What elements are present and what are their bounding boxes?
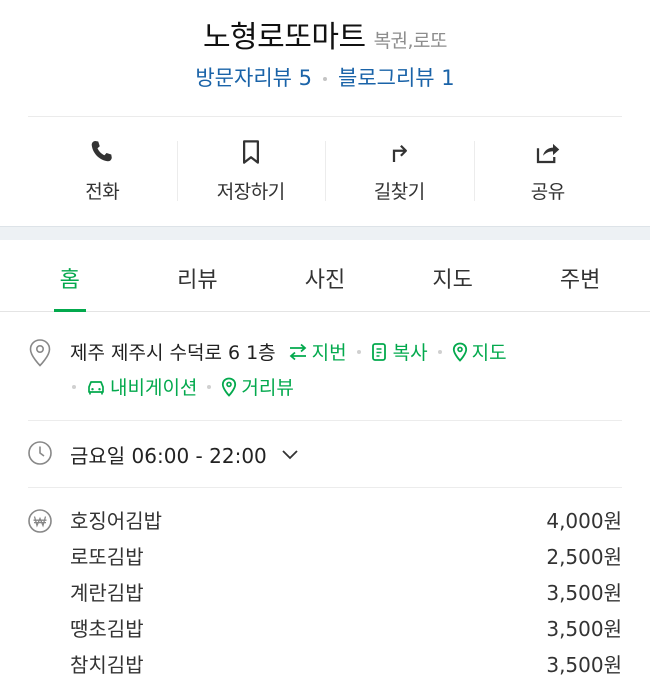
visitor-reviews-link[interactable]: 방문자리뷰 5 <box>195 66 312 90</box>
menu-item-price: 3,500원 <box>546 617 622 641</box>
directions-label: 길찾기 <box>373 181 425 203</box>
menu-item-price: 3,500원 <box>546 653 622 677</box>
action-bar: 전화 저장하기 길찾기 공유 <box>28 117 622 223</box>
tab-home[interactable]: 홈 <box>6 240 134 312</box>
map-label: 지도 <box>471 342 507 364</box>
section-gap <box>0 226 650 240</box>
divider <box>28 487 622 488</box>
separator-dot <box>207 384 212 389</box>
address-text: 제주 제주시 수덕로 6 1층 <box>70 342 276 364</box>
menu-item-name: 로또김밥 <box>70 545 144 569</box>
swap-arrows-icon <box>289 343 307 360</box>
tab-map[interactable]: 지도 <box>389 240 517 311</box>
tab-nearby[interactable]: 주변 <box>516 240 644 311</box>
share-label: 공유 <box>530 181 565 203</box>
directions-button[interactable]: 길찾기 <box>325 117 474 223</box>
lot-number-label: 지번 <box>311 342 347 364</box>
map-button[interactable]: 지도 <box>452 338 507 365</box>
address-line: 제주 제주시 수덕로 6 1층 지번 복사 지도 <box>70 338 507 365</box>
menu-item-price: 3,500원 <box>546 581 622 605</box>
menu-item: 참치김밥 3,500원 <box>70 650 622 677</box>
location-pin-icon <box>29 339 51 367</box>
chevron-down-icon <box>282 449 298 459</box>
navigation-label: 내비게이션 <box>110 377 198 399</box>
menu-item-price: 4,000원 <box>546 509 622 533</box>
clock-icon <box>28 441 52 465</box>
navigation-button[interactable]: 내비게이션 <box>86 373 197 400</box>
menu-item-name: 계란김밥 <box>70 581 144 605</box>
menu-item-name: 참치김밥 <box>70 653 144 677</box>
share-button[interactable]: 공유 <box>473 117 623 223</box>
separator-dot <box>356 349 361 354</box>
copy-button[interactable]: 복사 <box>371 338 428 365</box>
separator-dot <box>72 384 76 389</box>
separator-dot <box>323 77 327 81</box>
place-name: 노형로또마트 <box>202 20 366 55</box>
tab-reviews[interactable]: 리뷰 <box>134 240 262 311</box>
divider <box>28 420 622 421</box>
copy-icon <box>371 342 386 361</box>
address-line-2: 내비게이션 거리뷰 <box>70 373 294 400</box>
place-category: 복권,로또 <box>373 30 448 52</box>
title-row: 노형로또마트 복권,로또 <box>0 12 650 56</box>
won-currency-icon <box>28 509 52 533</box>
hours-text: 금요일 06:00 - 22:00 <box>70 444 267 468</box>
menu-item-price: 2,500원 <box>546 545 622 569</box>
menu-item: 호징어김밥 4,000원 <box>70 506 622 542</box>
call-label: 전화 <box>85 181 120 203</box>
menu-item: 계란김밥 3,500원 <box>70 578 622 614</box>
lot-number-button[interactable]: 지번 <box>288 338 347 365</box>
menu-item-name: 호징어김밥 <box>70 509 162 533</box>
street-view-button[interactable]: 거리뷰 <box>221 373 294 400</box>
bookmark-icon <box>242 140 259 164</box>
street-view-pin-icon <box>222 377 237 397</box>
menu-item: 땡초김밥 3,500원 <box>70 614 622 650</box>
separator-dot <box>437 349 442 354</box>
blog-reviews-link[interactable]: 블로그리뷰 1 <box>338 66 455 90</box>
map-pin-icon <box>452 342 467 362</box>
share-icon <box>536 143 559 164</box>
save-button[interactable]: 저장하기 <box>176 117 326 223</box>
menu-item: 로또김밥 2,500원 <box>70 542 622 578</box>
directions-icon <box>393 144 408 162</box>
review-links: 방문자리뷰 5 블로그리뷰 1 <box>0 62 650 92</box>
menu-item-name: 땡초김밥 <box>70 617 144 641</box>
copy-label: 복사 <box>392 342 428 364</box>
phone-icon <box>91 141 112 162</box>
place-header: 노형로또마트 복권,로또 방문자리뷰 5 블로그리뷰 1 <box>0 0 650 116</box>
business-hours[interactable]: 금요일 06:00 - 22:00 <box>70 440 299 469</box>
tab-bar: 홈 리뷰 사진 지도 주변 <box>0 240 650 312</box>
call-button[interactable]: 전화 <box>28 117 177 223</box>
tab-photos[interactable]: 사진 <box>261 240 389 311</box>
save-label: 저장하기 <box>216 181 285 203</box>
car-icon <box>88 380 104 394</box>
street-view-label: 거리뷰 <box>241 377 294 399</box>
menu-list: 호징어김밥 4,000원 로또김밥 2,500원 계란김밥 3,500원 땡초김… <box>70 506 622 677</box>
